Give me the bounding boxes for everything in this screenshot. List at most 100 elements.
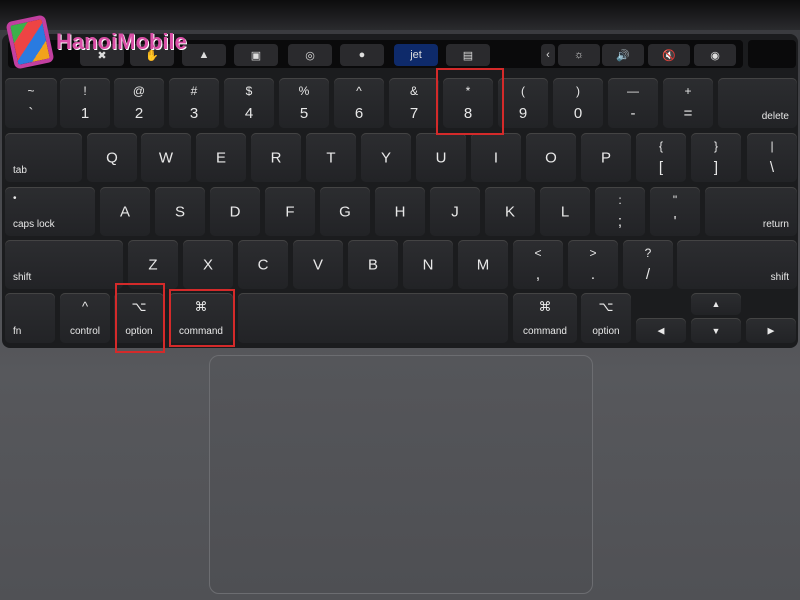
key-o[interactable]: O bbox=[526, 133, 576, 182]
key--[interactable]: <, bbox=[513, 240, 563, 289]
key-return[interactable]: return bbox=[705, 187, 797, 236]
key-a[interactable]: A bbox=[100, 187, 150, 236]
key-label: fn bbox=[13, 326, 22, 337]
key-shift-label: — bbox=[627, 84, 639, 98]
key-n[interactable]: N bbox=[403, 240, 453, 289]
key-shift-label: + bbox=[684, 84, 692, 98]
key-label: 4 bbox=[244, 105, 254, 122]
key-label: caps lock bbox=[13, 219, 55, 230]
key--[interactable]: :; bbox=[595, 187, 645, 236]
key--[interactable]: {[ bbox=[636, 133, 686, 182]
key-label: . bbox=[590, 266, 596, 283]
key-k[interactable]: K bbox=[485, 187, 535, 236]
key-label: U bbox=[435, 149, 447, 166]
key--[interactable]: ? / bbox=[623, 240, 673, 289]
touch-bar-app-button[interactable]: ▲ bbox=[182, 44, 226, 66]
key--[interactable]: ~ ` bbox=[5, 78, 57, 128]
key-z[interactable]: Z bbox=[128, 240, 178, 289]
key-d[interactable]: D bbox=[210, 187, 260, 236]
touch-bar-control-button[interactable]: 🔇 bbox=[648, 44, 690, 66]
key-shift[interactable]: shift bbox=[5, 240, 123, 289]
key--[interactable]: ◀ bbox=[636, 318, 686, 343]
key-h[interactable]: H bbox=[375, 187, 425, 236]
touch-bar-app-button[interactable]: ● bbox=[340, 44, 384, 66]
key-space[interactable] bbox=[238, 293, 508, 343]
key-tab[interactable]: tab bbox=[5, 133, 82, 182]
key--[interactable]: ▲ bbox=[691, 293, 741, 315]
key-shift[interactable]: shift bbox=[677, 240, 797, 289]
key-x[interactable]: X bbox=[183, 240, 233, 289]
touch-bar-app-button[interactable]: ▤ bbox=[446, 44, 490, 66]
highlight-key-8 bbox=[436, 68, 504, 135]
key-s[interactable]: S bbox=[155, 187, 205, 236]
key-label: 0 bbox=[573, 105, 583, 122]
key--[interactable]: >. bbox=[568, 240, 618, 289]
key--[interactable]: ▼ bbox=[691, 318, 741, 343]
key-y[interactable]: Y bbox=[361, 133, 411, 182]
key-e[interactable]: E bbox=[196, 133, 246, 182]
key-5[interactable]: % 5 bbox=[279, 78, 329, 128]
key-f[interactable]: F bbox=[265, 187, 315, 236]
touch-bar-app-button[interactable]: ▣ bbox=[234, 44, 278, 66]
key-label: delete bbox=[761, 111, 789, 122]
touch-bar-control-button[interactable]: ◉ bbox=[694, 44, 736, 66]
key-fn[interactable]: fn bbox=[5, 293, 55, 343]
key-shift-label: " bbox=[672, 193, 678, 207]
key-shift-label: : bbox=[618, 193, 622, 207]
touch-bar-app-button[interactable]: jet bbox=[394, 44, 438, 66]
key-shift-label: @ bbox=[132, 84, 146, 98]
key-w[interactable]: W bbox=[141, 133, 191, 182]
key-shift-label: > bbox=[589, 246, 597, 260]
key-0[interactable]: ) 0 bbox=[553, 78, 603, 128]
key-label: option bbox=[592, 326, 620, 337]
key-b[interactable]: B bbox=[348, 240, 398, 289]
key-label: ▶ bbox=[767, 325, 775, 335]
key-shift-label: ⌥ bbox=[598, 299, 614, 314]
touch-bar-app-button[interactable]: ◎ bbox=[288, 44, 332, 66]
key-control[interactable]: ^ control bbox=[60, 293, 110, 343]
key-l[interactable]: L bbox=[540, 187, 590, 236]
key-r[interactable]: R bbox=[251, 133, 301, 182]
touch-bar-control-button[interactable]: 🔊 bbox=[602, 44, 644, 66]
key-v[interactable]: V bbox=[293, 240, 343, 289]
key-u[interactable]: U bbox=[416, 133, 466, 182]
key--[interactable]: + = bbox=[663, 78, 713, 128]
key-9[interactable]: (9 bbox=[498, 78, 548, 128]
key-p[interactable]: P bbox=[581, 133, 631, 182]
key-label: K bbox=[504, 203, 515, 220]
key-6[interactable]: ^ 6 bbox=[334, 78, 384, 128]
key-1[interactable]: ! 1 bbox=[60, 78, 110, 128]
key-i[interactable]: I bbox=[471, 133, 521, 182]
key-caps-lock[interactable]: • caps lock bbox=[5, 187, 95, 236]
key-option[interactable]: ⌥ option bbox=[581, 293, 631, 343]
key-c[interactable]: C bbox=[238, 240, 288, 289]
key-t[interactable]: T bbox=[306, 133, 356, 182]
key-shift-label: ⌘ bbox=[538, 299, 552, 314]
key-q[interactable]: Q bbox=[87, 133, 137, 182]
key-label: Z bbox=[148, 256, 158, 273]
key-shift-label: ) bbox=[576, 84, 580, 98]
key--[interactable]: }] bbox=[691, 133, 741, 182]
touch-bar-control-button[interactable]: ☼ bbox=[558, 44, 600, 66]
key-delete[interactable]: delete bbox=[718, 78, 797, 128]
key-shift-label: { bbox=[658, 139, 663, 153]
key-4[interactable]: $4 bbox=[224, 78, 274, 128]
key-3[interactable]: #3 bbox=[169, 78, 219, 128]
key-command[interactable]: ⌘ command bbox=[513, 293, 577, 343]
key-label: Q bbox=[106, 149, 118, 166]
key-g[interactable]: G bbox=[320, 187, 370, 236]
key-shift-label: ! bbox=[83, 84, 87, 98]
touch-bar-control-button[interactable]: ‹ bbox=[541, 44, 555, 66]
trackpad[interactable] bbox=[209, 355, 593, 594]
key-label: B bbox=[367, 256, 378, 273]
touch-id-button[interactable] bbox=[748, 40, 796, 68]
key-j[interactable]: J bbox=[430, 187, 480, 236]
key--[interactable]: ▶ bbox=[746, 318, 796, 343]
key-2[interactable]: @2 bbox=[114, 78, 164, 128]
key-m[interactable]: M bbox=[458, 240, 508, 289]
key--[interactable]: | \ bbox=[747, 133, 797, 182]
highlight-option-key bbox=[115, 283, 165, 353]
key--[interactable]: — - bbox=[608, 78, 658, 128]
key--[interactable]: " ' bbox=[650, 187, 700, 236]
key-7[interactable]: & 7 bbox=[389, 78, 439, 128]
